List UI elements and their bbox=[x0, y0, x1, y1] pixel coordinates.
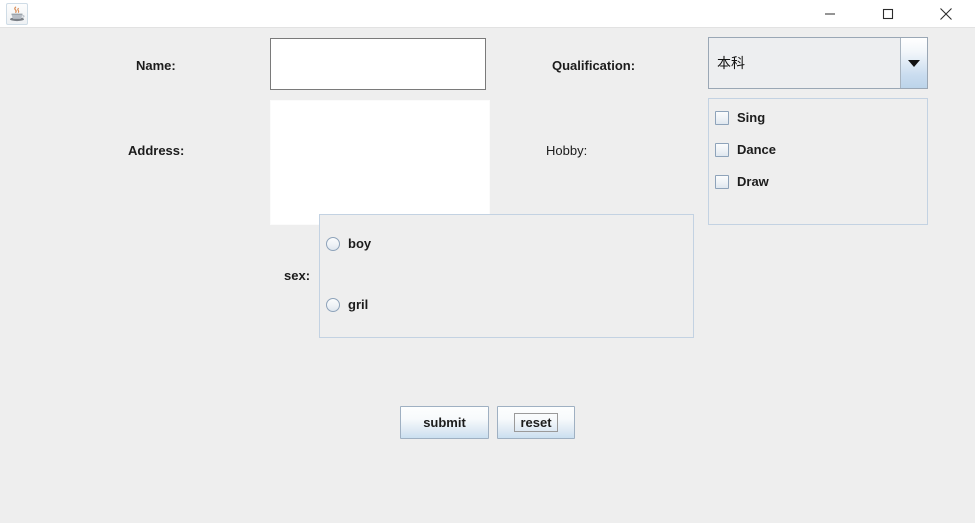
radio-button-icon[interactable] bbox=[326, 236, 340, 251]
qualification-label: Qualification: bbox=[552, 58, 636, 73]
reset-button-label: reset bbox=[514, 413, 558, 432]
minimize-icon bbox=[825, 13, 835, 15]
address-label: Address: bbox=[128, 143, 185, 158]
maximize-icon bbox=[882, 8, 894, 20]
sex-panel: boy gril bbox=[319, 214, 694, 338]
name-input[interactable] bbox=[270, 38, 486, 90]
name-label: Name: bbox=[136, 58, 176, 73]
sex-label: sex: bbox=[284, 268, 311, 283]
sex-option-label: gril bbox=[348, 297, 369, 312]
checkbox-icon[interactable] bbox=[715, 142, 729, 157]
hobby-option-label: Draw bbox=[737, 174, 769, 189]
address-input[interactable] bbox=[270, 100, 490, 225]
hobby-option-label: Dance bbox=[737, 142, 777, 157]
close-button[interactable] bbox=[917, 0, 975, 28]
form-panel: Name: Qualification: 本科 Address: Hobby: … bbox=[0, 28, 975, 523]
sex-radio-boy[interactable]: boy bbox=[326, 236, 371, 251]
qualification-combobox[interactable]: 本科 bbox=[708, 37, 928, 89]
application-window: Name: Qualification: 本科 Address: Hobby: … bbox=[0, 0, 975, 523]
maximize-button[interactable] bbox=[859, 0, 917, 28]
qualification-selected-value: 本科 bbox=[717, 55, 745, 71]
sex-option-label: boy bbox=[348, 236, 372, 251]
submit-button-label: submit bbox=[423, 415, 466, 430]
hobby-option-label: Sing bbox=[737, 110, 766, 125]
hobby-checkbox-draw[interactable]: Draw bbox=[715, 174, 769, 189]
minimize-button[interactable] bbox=[801, 0, 859, 28]
hobby-panel: Sing Dance Draw bbox=[708, 98, 928, 225]
hobby-label: Hobby: bbox=[546, 143, 588, 158]
checkbox-icon[interactable] bbox=[715, 174, 729, 189]
java-coffee-cup-icon bbox=[6, 3, 28, 25]
radio-button-icon[interactable] bbox=[326, 297, 340, 312]
hobby-checkbox-sing[interactable]: Sing bbox=[715, 110, 765, 125]
window-controls bbox=[801, 0, 975, 28]
reset-button[interactable]: reset bbox=[497, 406, 575, 439]
checkbox-icon[interactable] bbox=[715, 110, 729, 125]
close-icon bbox=[940, 8, 952, 20]
title-bar bbox=[0, 0, 975, 28]
chevron-down-icon bbox=[908, 59, 920, 67]
sex-radio-gril[interactable]: gril bbox=[326, 297, 368, 312]
hobby-checkbox-dance[interactable]: Dance bbox=[715, 142, 776, 157]
submit-button[interactable]: submit bbox=[400, 406, 489, 439]
qualification-dropdown-button[interactable] bbox=[900, 38, 927, 88]
